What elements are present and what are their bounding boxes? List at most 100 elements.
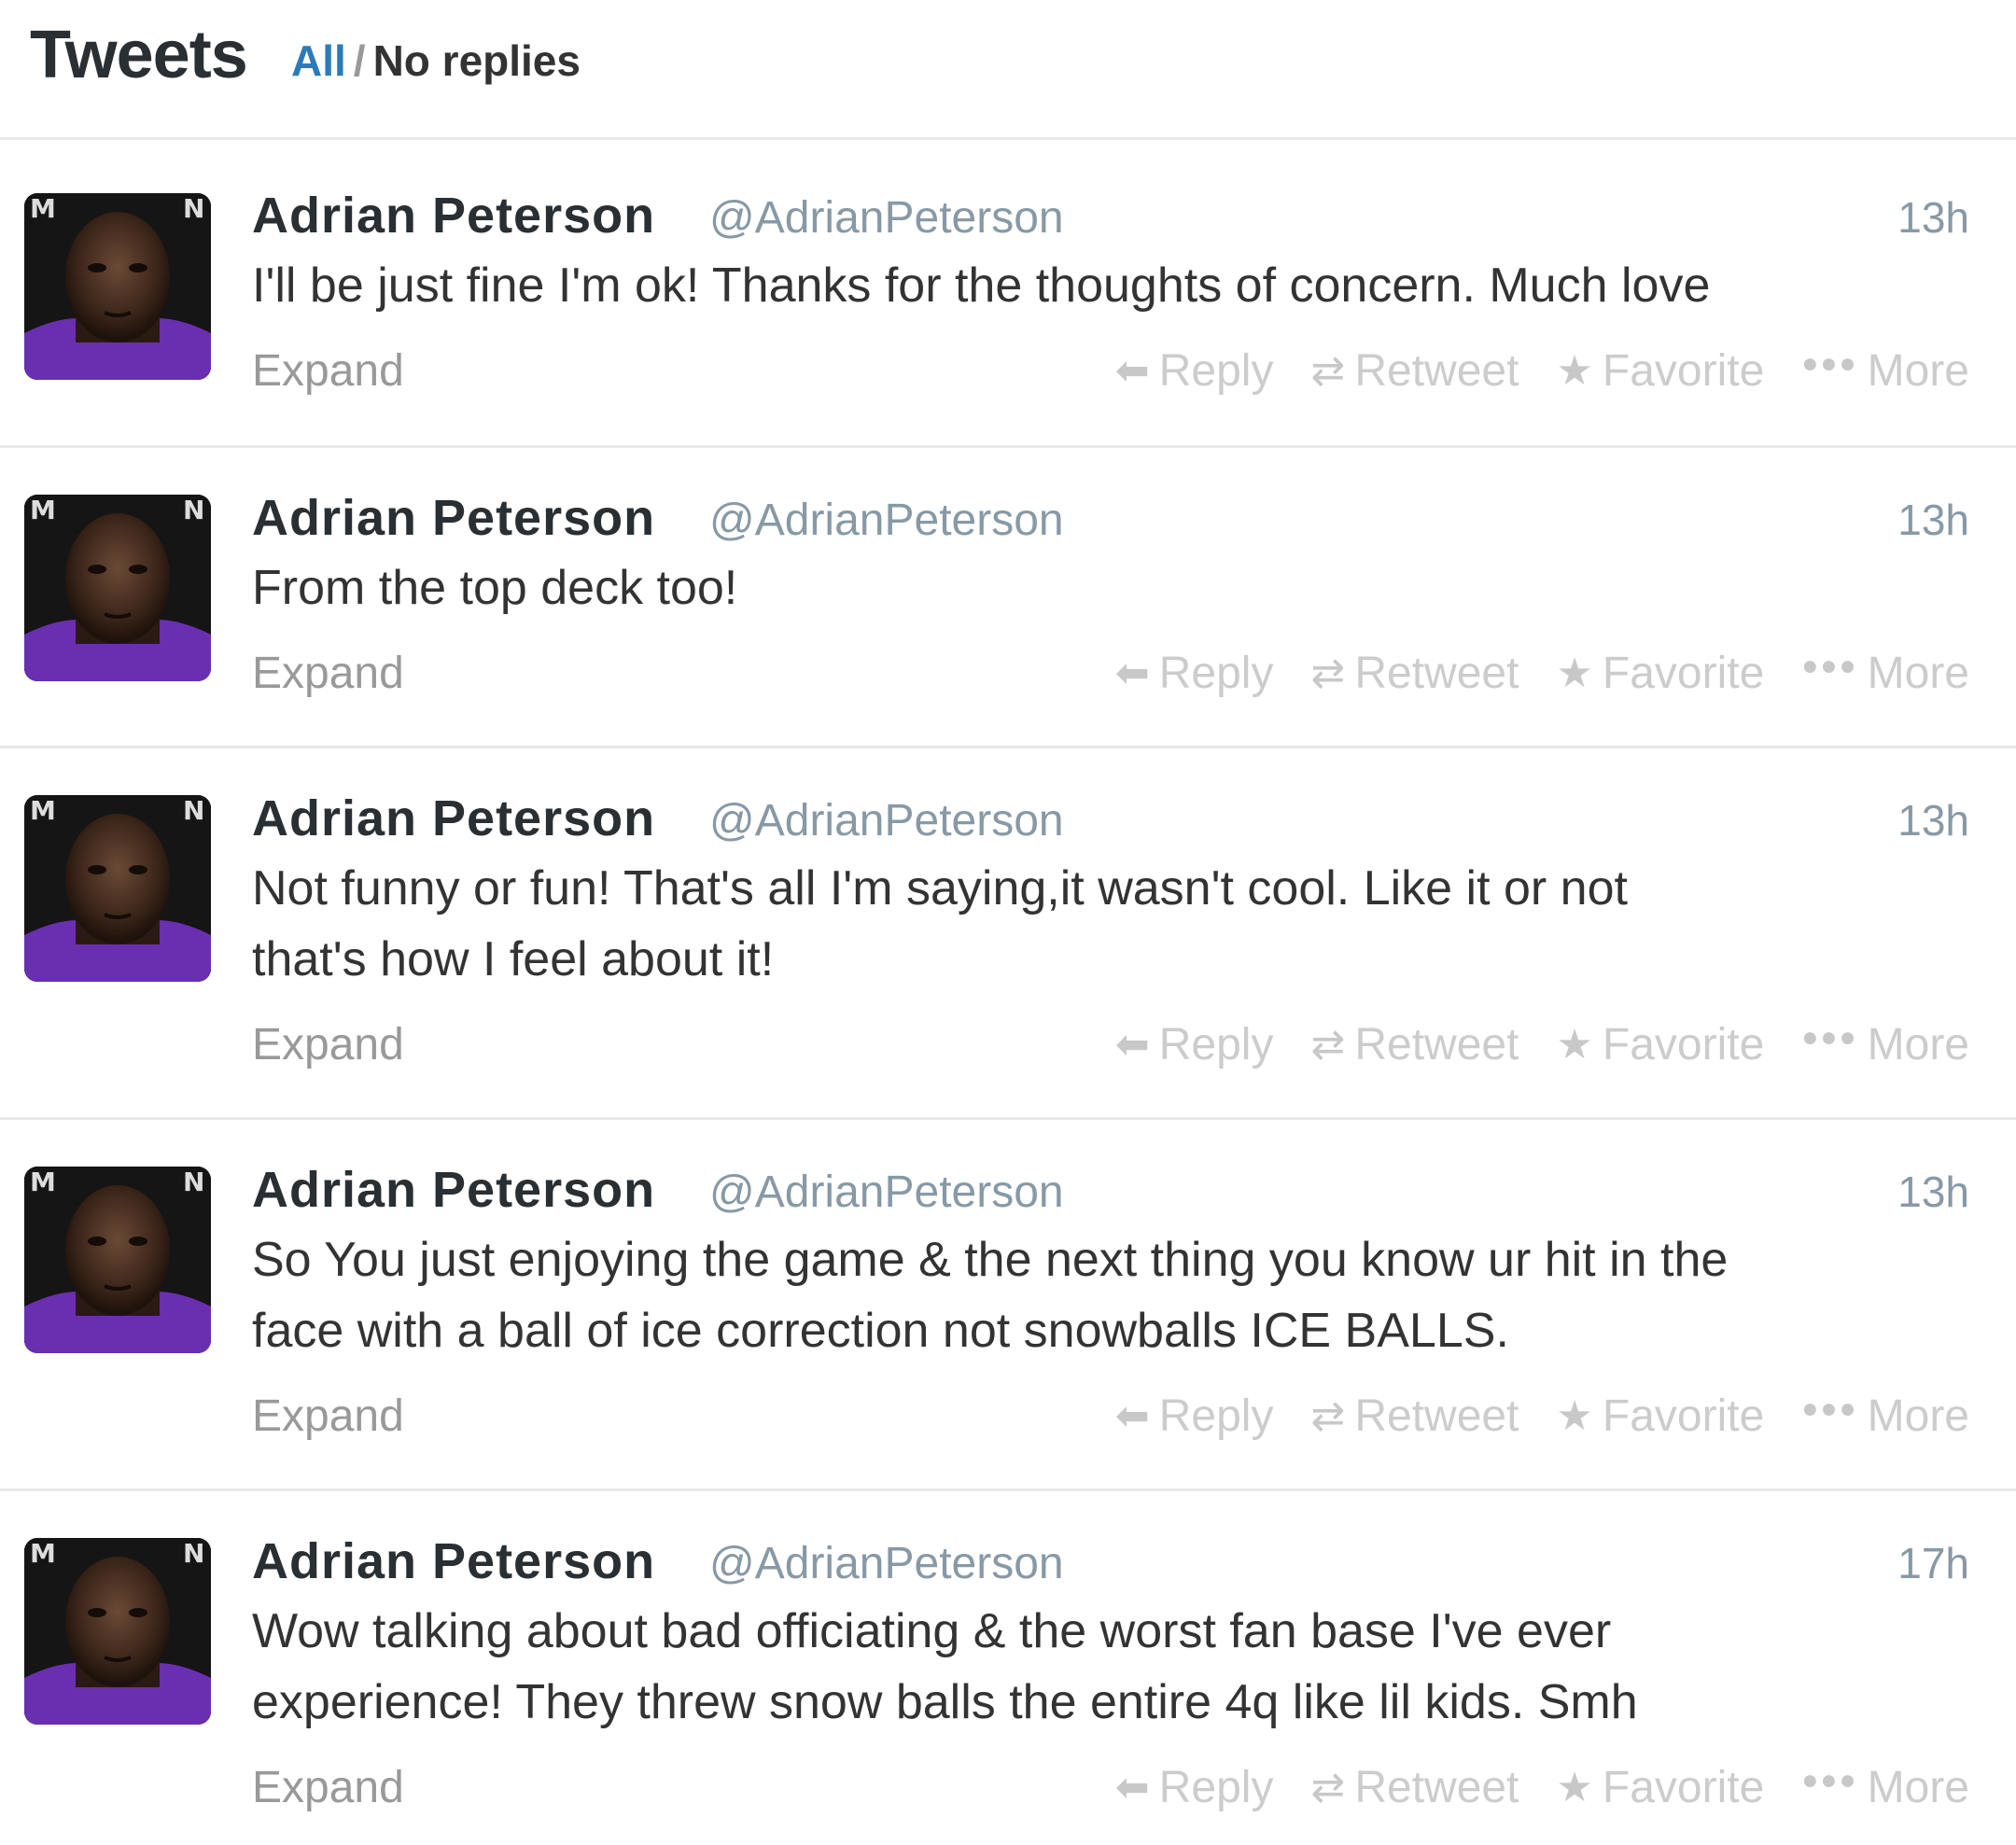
avatar[interactable]: M N: [24, 193, 211, 380]
reply-label: Reply: [1158, 1763, 1274, 1812]
more-label: More: [1867, 1763, 1969, 1812]
tweet-text: So You just enjoying the game & the next…: [252, 1233, 1729, 1358]
retweet-button[interactable]: ⇄ Retweet: [1310, 1019, 1519, 1070]
tweet-item[interactable]: M N Adrian Peterson @AdrianPeterson 13h …: [0, 448, 2016, 748]
ellipsis-icon: ●●●: [1801, 650, 1858, 681]
star-icon: ★: [1556, 650, 1593, 696]
reply-arrow-icon: ⬅: [1114, 1392, 1150, 1439]
favorite-button[interactable]: ★ Favorite: [1556, 648, 1764, 699]
tweet-timestamp[interactable]: 17h: [1897, 1538, 1969, 1588]
reply-label: Reply: [1158, 649, 1274, 698]
svg-text:N: N: [183, 193, 204, 224]
tweet-author-handle[interactable]: @AdrianPeterson: [709, 192, 1064, 244]
tweet-item[interactable]: M N Adrian Peterson @AdrianPeterson 13h …: [0, 1120, 2016, 1491]
favorite-label: Favorite: [1602, 1020, 1765, 1069]
avatar[interactable]: M N: [24, 795, 211, 982]
expand-link[interactable]: Expand: [252, 648, 404, 699]
reply-arrow-icon: ⬅: [1114, 1764, 1150, 1810]
tweet-author-name[interactable]: Adrian Peterson: [252, 790, 655, 847]
more-label: More: [1867, 649, 1969, 698]
avatar[interactable]: M N: [24, 495, 211, 681]
expand-link[interactable]: Expand: [252, 1762, 404, 1813]
favorite-label: Favorite: [1602, 649, 1765, 698]
expand-link[interactable]: Expand: [252, 1019, 404, 1070]
tweet-timestamp[interactable]: 13h: [1897, 795, 1969, 846]
star-icon: ★: [1556, 347, 1593, 394]
tweet-timestamp[interactable]: 13h: [1897, 1167, 1969, 1217]
filter-no-replies-link[interactable]: No replies: [373, 36, 581, 85]
favorite-button[interactable]: ★ Favorite: [1556, 1762, 1764, 1813]
retweet-button[interactable]: ⇄ Retweet: [1310, 648, 1519, 699]
tweet-author-name[interactable]: Adrian Peterson: [252, 1532, 655, 1590]
svg-text:N: N: [183, 1538, 204, 1569]
retweet-label: Retweet: [1354, 1391, 1519, 1441]
retweet-icon: ⇄: [1310, 1764, 1346, 1810]
more-button[interactable]: ●●● More: [1801, 345, 1969, 397]
filter-all-link[interactable]: All: [291, 36, 346, 85]
more-button[interactable]: ●●● More: [1801, 1762, 1969, 1813]
reply-label: Reply: [1158, 1020, 1274, 1069]
reply-button[interactable]: ⬅ Reply: [1115, 1391, 1274, 1442]
ellipsis-icon: ●●●: [1801, 1764, 1858, 1796]
reply-button[interactable]: ⬅ Reply: [1115, 1762, 1274, 1813]
tweet-author-name[interactable]: Adrian Peterson: [252, 1161, 655, 1219]
reply-label: Reply: [1158, 1391, 1274, 1441]
tweet-timestamp[interactable]: 13h: [1897, 495, 1969, 545]
more-button[interactable]: ●●● More: [1801, 1391, 1969, 1442]
tweet-text: I'll be just fine I'm ok! Thanks for the…: [252, 259, 1711, 313]
tweet-author-handle[interactable]: @AdrianPeterson: [709, 1538, 1064, 1589]
reply-arrow-icon: ⬅: [1114, 1021, 1150, 1068]
favorite-button[interactable]: ★ Favorite: [1556, 345, 1764, 397]
reply-button[interactable]: ⬅ Reply: [1115, 1019, 1274, 1070]
favorite-button[interactable]: ★ Favorite: [1556, 1391, 1764, 1442]
reply-arrow-icon: ⬅: [1114, 650, 1150, 696]
tweet-author-name[interactable]: Adrian Peterson: [252, 187, 655, 245]
retweet-button[interactable]: ⇄ Retweet: [1310, 345, 1519, 397]
tweet-timestamp[interactable]: 13h: [1897, 192, 1969, 243]
ellipsis-icon: ●●●: [1801, 1021, 1858, 1053]
favorite-label: Favorite: [1602, 346, 1765, 396]
tweet-author-handle[interactable]: @AdrianPeterson: [709, 1167, 1064, 1218]
retweet-icon: ⇄: [1310, 347, 1346, 394]
svg-text:N: N: [183, 495, 204, 525]
reply-arrow-icon: ⬅: [1114, 347, 1150, 394]
tweet-actions: ⬅ Reply ⇄ Retweet ★ Favorite ●●● More: [1115, 1762, 1969, 1813]
tweet-item[interactable]: M N Adrian Peterson @AdrianPeterson 13h …: [0, 140, 2016, 448]
more-label: More: [1867, 1391, 1969, 1441]
avatar[interactable]: M N: [24, 1167, 211, 1353]
retweet-icon: ⇄: [1310, 650, 1346, 696]
tweet-author-handle[interactable]: @AdrianPeterson: [709, 795, 1064, 846]
more-button[interactable]: ●●● More: [1801, 1019, 1969, 1070]
tweet-author-name[interactable]: Adrian Peterson: [252, 489, 655, 547]
more-button[interactable]: ●●● More: [1801, 648, 1969, 699]
tweet-actions: ⬅ Reply ⇄ Retweet ★ Favorite ●●● More: [1115, 648, 1969, 699]
svg-text:M: M: [30, 193, 56, 224]
expand-link[interactable]: Expand: [252, 345, 404, 397]
tweet-item[interactable]: M N Adrian Peterson @AdrianPeterson 13h …: [0, 748, 2016, 1120]
avatar-photo-icon: M N: [24, 495, 211, 681]
reply-button[interactable]: ⬅ Reply: [1115, 648, 1274, 699]
favorite-label: Favorite: [1602, 1763, 1765, 1812]
tweet-item[interactable]: M N Adrian Peterson @AdrianPeterson 17h …: [0, 1491, 2016, 1845]
retweet-button[interactable]: ⇄ Retweet: [1310, 1391, 1519, 1442]
svg-text:N: N: [183, 1167, 204, 1197]
retweet-button[interactable]: ⇄ Retweet: [1310, 1762, 1519, 1813]
retweet-icon: ⇄: [1310, 1021, 1346, 1068]
more-label: More: [1867, 1020, 1969, 1069]
expand-link[interactable]: Expand: [252, 1391, 404, 1442]
ellipsis-icon: ●●●: [1801, 1392, 1858, 1424]
tweet-filter: All / No replies: [291, 35, 581, 86]
tweet-actions: ⬅ Reply ⇄ Retweet ★ Favorite ●●● More: [1115, 1391, 1969, 1442]
favorite-button[interactable]: ★ Favorite: [1556, 1019, 1764, 1070]
svg-text:M: M: [30, 495, 56, 525]
retweet-label: Retweet: [1354, 346, 1519, 396]
retweet-label: Retweet: [1354, 1763, 1519, 1812]
svg-text:M: M: [30, 1538, 56, 1569]
tweet-author-handle[interactable]: @AdrianPeterson: [709, 495, 1064, 546]
avatar[interactable]: M N: [24, 1538, 211, 1725]
retweet-icon: ⇄: [1310, 1392, 1346, 1439]
more-label: More: [1867, 346, 1969, 396]
page-title: Tweets: [30, 18, 248, 92]
reply-button[interactable]: ⬅ Reply: [1115, 345, 1274, 397]
favorite-label: Favorite: [1602, 1391, 1765, 1441]
